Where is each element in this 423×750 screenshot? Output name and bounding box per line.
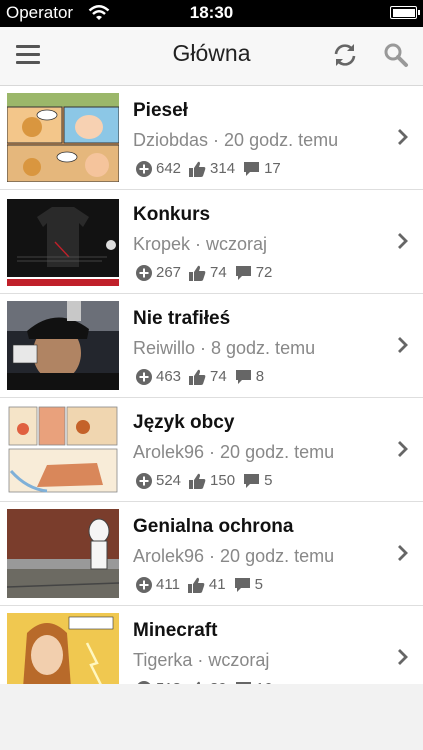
item-meta: Arolek96 · 20 godz. temu [133,442,335,462]
item-meta: Tigerka · wczoraj [133,650,270,670]
thumbnail-image [7,509,119,598]
list-item[interactable]: Pieseł Dziobdas · 20 godz. temu 642 314 … [0,86,423,190]
clock: 18:30 [189,3,234,22]
item-time: 20 godz. temu [220,442,335,462]
item-meta: Arolek96 · 20 godz. temu [133,546,335,566]
thumbs-up-icon [189,369,206,385]
comments-count: 8 [255,368,265,385]
plus-count: 463 [156,368,182,385]
list-item[interactable]: Język obcy Arolek96 · 20 godz. temu 524 … [0,398,423,502]
item-author: Reiwillo [133,338,196,358]
chevron-right-icon [398,545,408,561]
item-meta: Kropek · wczoraj [133,234,268,254]
item-title: Pieseł [133,100,188,121]
item-time: 20 godz. temu [220,546,335,566]
item-title: Minecraft [133,620,218,641]
plus-count: 642 [156,160,182,177]
item-meta: Reiwillo · 8 godz. temu [133,338,316,358]
navigation-bar: Główna [0,27,423,86]
thumbnail-image [7,301,119,390]
likes-count: 41 [208,576,226,593]
status-bar: Operator 18:30 [0,0,423,27]
chevron-right-icon [398,337,408,353]
comments-count: 5 [264,472,273,489]
plus-count: 411 [156,576,180,593]
page-title: Główna [172,40,251,66]
comments-count: 5 [254,576,263,593]
chevron-right-icon [398,441,408,457]
item-stats: 524 150 5 [136,472,280,489]
item-stats: 463 74 8 [136,368,272,385]
plus-circle-icon [136,368,152,385]
thumbnail-image [7,93,119,182]
thumbnail-image [7,405,119,494]
comments-count: 17 [264,160,281,177]
list-item[interactable]: Genialna ochrona Arolek96 · 20 godz. tem… [0,502,423,606]
refresh-icon[interactable] [331,41,359,69]
item-time: 8 godz. temu [211,338,316,358]
thumbs-up-icon [187,577,205,593]
item-title: Język obcy [133,412,235,433]
content-list[interactable]: Pieseł Dziobdas · 20 godz. temu 642 314 … [0,86,423,684]
thumbnail-image [7,197,119,286]
empty-background [0,684,423,750]
plus-circle-icon [136,576,152,593]
list-item[interactable]: Konkurs Kropek · wczoraj 267 74 72 [0,190,423,294]
battery-icon [390,6,420,19]
search-icon[interactable] [383,42,409,68]
plus-circle-icon [136,264,152,281]
plus-count: 524 [156,472,182,489]
item-meta: Dziobdas · 20 godz. temu [133,130,339,150]
list-item[interactable]: Nie trafiłeś Reiwillo · 8 godz. temu 463… [0,294,423,398]
thumbs-up-icon [189,161,206,177]
item-author: Arolek96 [133,546,205,566]
plus-circle-icon [136,160,152,177]
comment-icon [234,577,250,592]
plus-circle-icon [136,472,152,489]
item-time: 20 godz. temu [224,130,339,150]
list-item[interactable]: Minecraft Tigerka · wczoraj 518 89 16 [0,606,423,684]
item-title: Nie trafiłeś [133,308,231,329]
likes-count: 74 [210,368,227,385]
item-stats: 411 41 5 [136,576,271,593]
thumbs-up-icon [189,265,206,281]
plus-count: 267 [156,264,182,281]
likes-count: 314 [210,160,236,177]
item-author: Tigerka [133,650,193,670]
item-stats: 642 314 17 [136,160,289,177]
comment-icon [244,161,260,176]
comment-icon [235,265,251,280]
item-stats: 267 74 72 [136,264,280,281]
thumbs-up-icon [189,473,206,489]
item-time: wczoraj [208,650,270,670]
thumbnail-image [7,613,119,684]
chevron-right-icon [398,233,408,249]
item-title: Genialna ochrona [133,516,294,537]
comment-icon [244,473,260,488]
comments-count: 72 [255,264,273,281]
chevron-right-icon [398,129,408,145]
item-author: Dziobdas [133,130,209,150]
chevron-right-icon [398,649,408,665]
item-time: wczoraj [206,234,268,254]
item-author: Arolek96 [133,442,205,462]
likes-count: 150 [210,472,236,489]
comment-icon [235,369,251,384]
item-author: Kropek [133,234,191,254]
likes-count: 74 [210,264,227,281]
item-title: Konkurs [133,204,211,225]
